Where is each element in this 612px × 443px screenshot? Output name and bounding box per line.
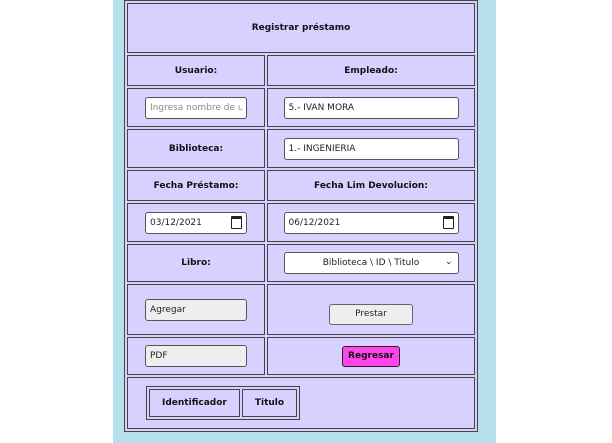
prestar-button[interactable]: Prestar — [329, 304, 413, 325]
column-header-identificador: Identificador — [149, 389, 240, 417]
fecha-prestamo-value: 03/12/2021 — [150, 217, 202, 228]
fecha-prestamo-input[interactable]: 03/12/2021 — [145, 211, 247, 234]
regresar-cell: Regresar — [267, 337, 475, 375]
loan-form-table: Registrar préstamo Usuario: Empleado: Bi… — [124, 0, 478, 432]
chevron-down-icon: ⌄ — [444, 257, 453, 267]
libro-select-value: Biblioteca \ ID \ Titulo — [322, 258, 420, 268]
libro-select[interactable]: Biblioteca \ ID \ Titulo ⌄ — [283, 252, 459, 274]
biblioteca-cell — [267, 129, 475, 168]
fecha-devolucion-input[interactable]: 06/12/2021 — [283, 211, 459, 234]
page-title: Registrar préstamo — [127, 3, 475, 53]
calendar-icon[interactable] — [442, 216, 454, 229]
usuario-label: Usuario: — [127, 55, 265, 86]
agregar-input[interactable] — [145, 298, 247, 321]
prestar-cell: Prestar — [267, 284, 475, 335]
fecha-prestamo-cell: 03/12/2021 — [127, 203, 265, 242]
biblioteca-input[interactable] — [283, 137, 459, 160]
calendar-icon[interactable] — [231, 216, 242, 229]
regresar-button[interactable]: Regresar — [342, 345, 400, 367]
usuario-cell — [127, 88, 265, 127]
fecha-prestamo-label: Fecha Préstamo: — [127, 170, 265, 201]
fecha-devolucion-value: 06/12/2021 — [288, 217, 341, 228]
book-list-table: Identificador Titulo — [146, 386, 301, 420]
libro-cell: Biblioteca \ ID \ Titulo ⌄ — [267, 244, 475, 282]
libro-label: Libro: — [127, 244, 265, 282]
column-header-titulo: Titulo — [241, 389, 298, 417]
fecha-devolucion-cell: 06/12/2021 — [267, 203, 475, 242]
biblioteca-label: Biblioteca: — [127, 129, 265, 168]
usuario-input[interactable] — [145, 96, 247, 119]
fecha-devolucion-label: Fecha Lim Devolucion: — [267, 170, 475, 201]
agregar-cell — [127, 284, 265, 335]
book-list-cell: Identificador Titulo — [127, 377, 475, 429]
empleado-input[interactable] — [283, 96, 459, 119]
empleado-label: Empleado: — [267, 55, 475, 86]
empleado-cell — [267, 88, 475, 127]
pdf-input[interactable] — [145, 345, 247, 367]
pdf-cell — [127, 337, 265, 375]
